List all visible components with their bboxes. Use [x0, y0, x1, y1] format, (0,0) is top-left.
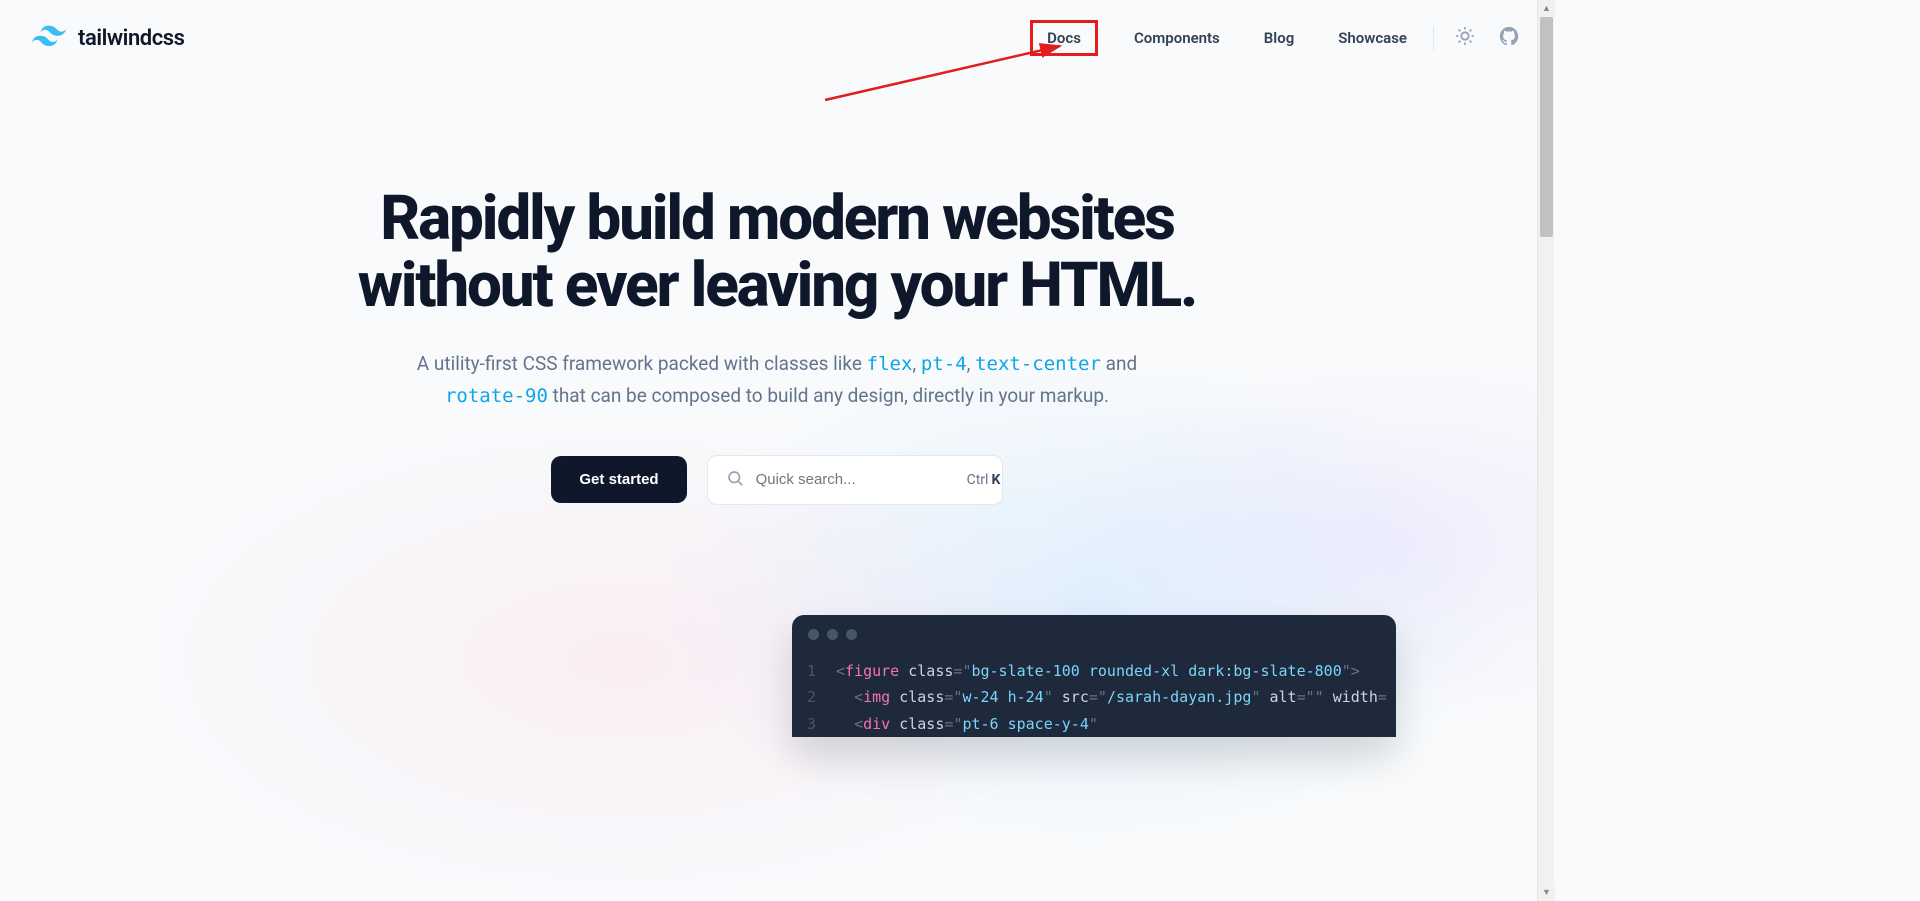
github-icon [1498, 25, 1520, 51]
github-link[interactable] [1496, 25, 1522, 51]
search-icon [726, 469, 744, 491]
code-line: 2 <img class="w-24 h-24" src="/sarah-day… [792, 684, 1396, 710]
brand-logo[interactable]: tailwindcss [32, 25, 185, 51]
vertical-scrollbar[interactable]: ▲ ▼ [1537, 0, 1554, 901]
scroll-down-arrow-icon[interactable]: ▼ [1538, 884, 1555, 901]
title-line-2: without ever leaving your HTML. [358, 249, 1197, 322]
get-started-button[interactable]: Get started [551, 456, 686, 503]
window-dot [846, 629, 857, 640]
search-input[interactable] [756, 471, 955, 488]
cta-row: Get started Ctrl K [40, 455, 1514, 505]
scrollbar-thumb[interactable] [1540, 17, 1553, 237]
site-header: tailwindcss Docs Components Blog Showcas… [0, 0, 1554, 76]
code-editor-preview: 1<figure class="bg-slate-100 rounded-xl … [792, 615, 1396, 737]
code-line: 1<figure class="bg-slate-100 rounded-xl … [792, 658, 1396, 684]
sun-icon [1454, 25, 1476, 51]
title-line-1: Rapidly build modern websites [380, 182, 1174, 255]
nav-link-blog[interactable]: Blog [1256, 23, 1302, 53]
code-token-text-center: text-center [975, 353, 1101, 375]
theme-toggle-button[interactable] [1452, 25, 1478, 51]
code-token-pt4: pt-4 [921, 353, 967, 375]
nav-link-showcase[interactable]: Showcase [1330, 23, 1415, 53]
scroll-up-arrow-icon[interactable]: ▲ [1538, 0, 1555, 17]
code-token-flex: flex [867, 353, 913, 375]
kbd-shortcut: Ctrl K [967, 472, 1001, 488]
nav-link-docs[interactable]: Docs [1030, 20, 1098, 56]
tailwind-logo-icon [32, 25, 66, 51]
header-right: Docs Components Blog Showcase [1030, 20, 1522, 56]
brand-name: tailwindcss [78, 26, 185, 51]
nav-link-components[interactable]: Components [1126, 23, 1228, 53]
window-dot [827, 629, 838, 640]
hero-section: Rapidly build modern websites without ev… [0, 76, 1554, 545]
window-titlebar [792, 615, 1396, 650]
hero-subtitle: A utility-first CSS framework packed wit… [397, 348, 1157, 413]
code-line: 3 <div class="pt-6 space-y-4" [792, 711, 1396, 737]
window-dot [808, 629, 819, 640]
primary-nav: Docs Components Blog Showcase [1030, 20, 1415, 56]
page-title: Rapidly build modern websites without ev… [40, 186, 1514, 320]
divider [1433, 26, 1434, 50]
code-body: 1<figure class="bg-slate-100 rounded-xl … [792, 650, 1396, 737]
quick-search-button[interactable]: Ctrl K [707, 455, 1003, 505]
code-token-rotate90: rotate-90 [445, 385, 548, 407]
